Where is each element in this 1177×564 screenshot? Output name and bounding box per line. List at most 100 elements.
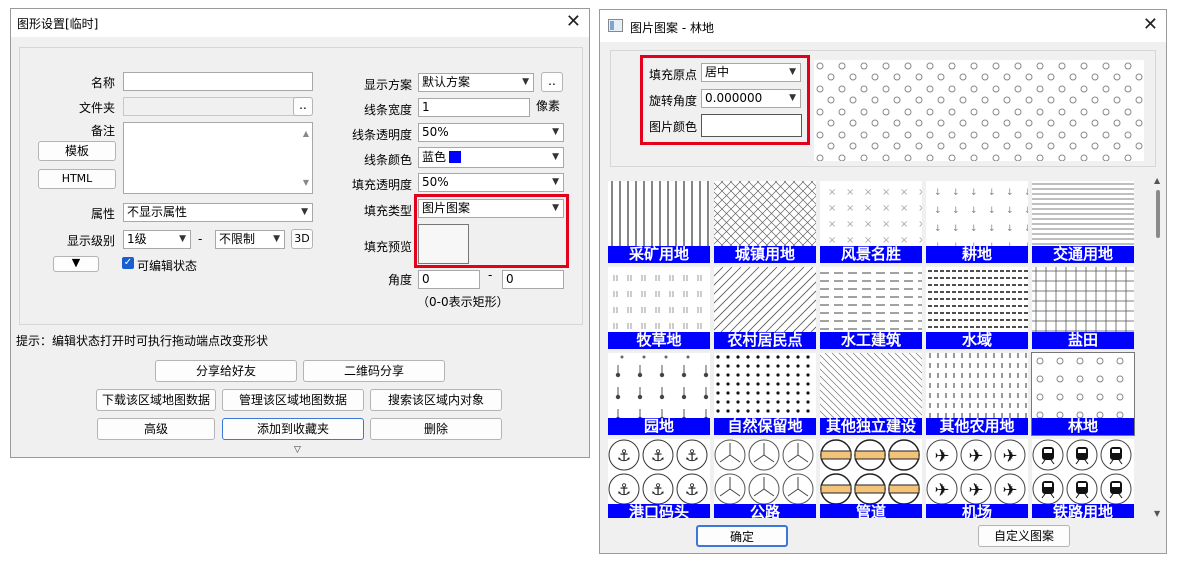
expand-button[interactable]: ▼ — [53, 256, 99, 272]
svg-text:↓: ↓ — [934, 188, 942, 198]
scheme-browse-button[interactable]: .. — [541, 72, 563, 92]
ok-button[interactable]: 确定 — [696, 525, 788, 547]
pattern-tile[interactable]: ✈ ✈ ✈ ✈ ✈ ✈ 机场 — [926, 439, 1028, 518]
note-textarea[interactable]: ▲ ▼ — [123, 122, 313, 194]
svg-text:⚓: ⚓ — [651, 480, 665, 499]
pattern-tile[interactable]: ⚓ ⚓ ⚓ ⚓ ⚓ ⚓ 港口码头 — [608, 439, 710, 518]
svg-text:×: × — [846, 219, 854, 230]
pattern-tile[interactable]: 盐田 — [1032, 267, 1134, 349]
svg-text:×: × — [900, 203, 908, 214]
pattern-swatch — [714, 267, 816, 332]
html-button[interactable]: HTML — [38, 169, 116, 189]
pattern-tile[interactable]: 林地 — [1031, 352, 1135, 436]
fill-opacity-value: 50% — [422, 175, 449, 189]
3d-button[interactable]: 3D — [291, 229, 313, 249]
attribute-label: 属性 — [91, 207, 116, 221]
svg-text:×: × — [918, 187, 922, 198]
pattern-swatch: ✈ ✈ ✈ ✈ ✈ ✈ — [926, 439, 1026, 504]
pattern-tile[interactable]: 其他独立建设 — [820, 353, 922, 435]
svg-text:✈: ✈ — [968, 480, 983, 501]
pattern-tile[interactable]: 牧草地 — [608, 267, 710, 349]
svg-text:↓: ↓ — [1006, 224, 1014, 234]
pattern-tile[interactable]: 水工建筑 — [820, 267, 922, 349]
pattern-tile[interactable]: 园地 — [608, 353, 710, 435]
manage-area-data-button[interactable]: 管理该区域地图数据 — [222, 389, 364, 411]
angle-from-input[interactable]: 0 — [418, 270, 480, 289]
pattern-swatch — [820, 353, 922, 418]
collapse-chevron-icon[interactable]: ▽ — [294, 445, 301, 455]
svg-text:×: × — [918, 203, 922, 214]
add-to-favorites-button[interactable]: 添加到收藏夹 — [222, 418, 364, 440]
svg-text:✈: ✈ — [934, 446, 949, 467]
pattern-tile[interactable]: 其他农用地 — [926, 353, 1028, 435]
svg-text:×: × — [882, 203, 890, 214]
qr-share-button[interactable]: 二维码分享 — [303, 360, 445, 382]
chevron-down-icon: ▼ — [552, 152, 559, 162]
level-to-select[interactable]: 不限制 ▼ — [215, 230, 285, 249]
scroll-down-icon[interactable]: ▼ — [1154, 509, 1160, 518]
scheme-select[interactable]: 默认方案 ▼ — [418, 73, 534, 92]
line-opacity-label: 线条透明度 — [352, 128, 413, 142]
scroll-up-icon[interactable]: ▲ — [303, 125, 309, 142]
line-width-unit: 像素 — [536, 99, 561, 113]
image-pattern-window: 图片图案 - 林地 ✕ 填充原点 居中 ▼ 旋转角度 0.000000 ▼ 图片… — [599, 9, 1167, 554]
level-from-select[interactable]: 1级 ▼ — [123, 230, 191, 249]
svg-text:↓: ↓ — [970, 224, 978, 234]
chevron-down-icon: ▼ — [552, 127, 559, 137]
pattern-label: 盐田 — [1032, 332, 1134, 349]
pattern-tile[interactable]: 水域 — [926, 267, 1028, 349]
close-icon[interactable]: ✕ — [566, 11, 581, 33]
scroll-up-icon[interactable]: ▲ — [1154, 176, 1160, 185]
custom-pattern-button[interactable]: 自定义图案 — [978, 525, 1070, 547]
folder-input[interactable] — [123, 97, 295, 116]
line-opacity-select[interactable]: 50% ▼ — [418, 123, 564, 142]
chevron-down-icon: ▼ — [522, 77, 529, 87]
attribute-select[interactable]: 不显示属性 ▼ — [123, 203, 313, 222]
svg-text:×: × — [864, 203, 872, 214]
svg-text:×: × — [900, 235, 908, 246]
fill-opacity-select[interactable]: 50% ▼ — [418, 173, 564, 192]
name-input[interactable] — [123, 72, 313, 91]
chevron-down-icon: ▼ — [552, 177, 559, 187]
pattern-tile[interactable]: 城镇用地 — [714, 181, 816, 263]
pattern-tile[interactable]: ↓↓↓↓↓↓↓↓↓↓↓↓↓↓↓↓↓↓↓↓↓↓↓↓耕地 — [926, 181, 1028, 263]
svg-text:×: × — [846, 187, 854, 198]
template-button[interactable]: 模板 — [38, 141, 116, 161]
pattern-tile[interactable]: 自然保留地 — [714, 353, 816, 435]
pattern-tile[interactable]: 农村居民点 — [714, 267, 816, 349]
folder-browse-button[interactable]: .. — [293, 97, 313, 116]
pattern-swatch: ↓↓↓↓↓↓↓↓↓↓↓↓↓↓↓↓↓↓↓↓↓↓↓↓ — [934, 188, 1028, 246]
delete-button[interactable]: 删除 — [370, 418, 502, 440]
svg-text:⚓: ⚓ — [651, 446, 665, 465]
scheme-label: 显示方案 — [364, 78, 413, 92]
scroll-thumb[interactable] — [1156, 190, 1160, 238]
share-button[interactable]: 分享给好友 — [155, 360, 297, 382]
close-icon[interactable]: ✕ — [1143, 14, 1158, 36]
svg-text:×: × — [918, 219, 922, 230]
svg-text:×: × — [864, 187, 872, 198]
pattern-tile[interactable]: 公路 — [714, 439, 816, 518]
fill-preview-label: 填充预览 — [364, 240, 413, 254]
pattern-scrollbar[interactable]: ▲ ▼ — [1152, 176, 1165, 518]
advanced-button[interactable]: 高级 — [97, 418, 215, 440]
line-width-input[interactable]: 1 — [418, 98, 530, 117]
pattern-label: 其他独立建设 — [820, 418, 922, 435]
svg-text:×: × — [882, 235, 890, 246]
pattern-tile[interactable]: 管道 — [820, 439, 922, 518]
angle-to-input[interactable]: 0 — [502, 270, 564, 289]
pattern-swatch — [1032, 439, 1132, 504]
pattern-tile[interactable]: 交通用地 — [1032, 181, 1134, 263]
pattern-swatch — [820, 439, 920, 504]
pattern-label: 公路 — [714, 504, 816, 518]
svg-text:↓: ↓ — [1024, 206, 1028, 216]
editable-checkbox[interactable]: ✓ — [122, 257, 134, 269]
line-color-select[interactable]: 蓝色 ▼ — [418, 147, 564, 168]
pattern-tile[interactable]: 铁路用地 — [1032, 439, 1134, 518]
pattern-tile[interactable]: 采矿用地 — [608, 181, 710, 263]
pattern-label: 水域 — [926, 332, 1028, 349]
scroll-down-icon[interactable]: ▼ — [303, 174, 309, 191]
pattern-tile[interactable]: ××××××××××××××××××××××××风景名胜 — [820, 181, 922, 263]
search-area-objects-button[interactable]: 搜索该区域内对象 — [370, 389, 502, 411]
download-area-data-button[interactable]: 下载该区域地图数据 — [96, 389, 216, 411]
svg-text:↓: ↓ — [1006, 188, 1014, 198]
